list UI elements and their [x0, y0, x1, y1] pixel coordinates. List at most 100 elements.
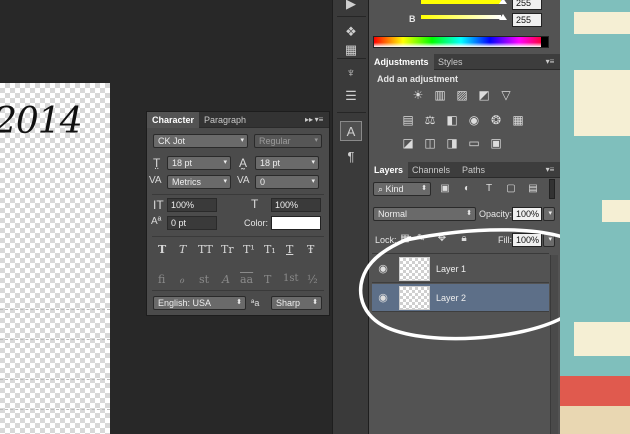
ramp-black-swatch[interactable] — [541, 37, 548, 47]
dock-divider — [337, 16, 366, 17]
styles-icon[interactable]: ▦ — [340, 40, 362, 60]
black-white-icon[interactable]: ◧ — [445, 113, 459, 127]
chevron-down-icon: ⬍ — [466, 210, 472, 217]
vibrance-icon[interactable]: ▽ — [499, 88, 513, 102]
paragraph-icon[interactable]: ¶ — [340, 146, 362, 166]
levels-icon[interactable]: ▥ — [433, 88, 447, 102]
brush-icon[interactable]: ♆ — [340, 62, 362, 82]
play-icon[interactable]: ▶ — [340, 0, 362, 14]
superscript-icon[interactable]: T¹ — [243, 243, 255, 256]
brightness-icon[interactable]: ☀ — [411, 88, 425, 102]
subscript-icon[interactable]: T₁ — [264, 243, 276, 256]
filter-smart-object-icon[interactable]: ▤ — [527, 183, 539, 195]
threshold-icon[interactable]: ◨ — [445, 136, 459, 150]
filter-adjustment-icon[interactable]: ◐ — [461, 183, 473, 195]
section-divider — [152, 194, 324, 195]
canvas-text-layer[interactable]: 2014 — [0, 101, 83, 142]
tab-layers[interactable]: Layers — [369, 162, 409, 178]
chevron-down-icon: ⬍ — [421, 185, 427, 192]
photo-filter-icon[interactable]: ◉ — [467, 113, 481, 127]
leading-icon: A̰ — [239, 156, 248, 170]
section-divider — [152, 236, 324, 237]
panel-menu-icon[interactable]: ▾≡ — [544, 164, 556, 175]
antialias-icon: ªa — [251, 298, 260, 308]
leading-select[interactable]: 18 pt ▾ — [255, 156, 319, 170]
ordinals-icon[interactable]: 1st — [283, 273, 299, 284]
filter-shape-icon[interactable]: ▢ — [505, 183, 517, 195]
dock-divider — [337, 58, 366, 59]
color-balance-icon[interactable]: ⚖ — [423, 113, 437, 127]
exposure-icon[interactable]: ◩ — [477, 88, 491, 102]
blend-mode-select[interactable]: Normal ⬍ — [373, 207, 476, 221]
font-family-select[interactable]: CK Jot ▾ — [153, 134, 248, 148]
g-slider-track[interactable] — [421, 0, 501, 4]
tab-styles[interactable]: Styles — [433, 54, 468, 70]
swash-icon[interactable]: A — [222, 273, 230, 286]
curves-icon[interactable]: ▨ — [455, 88, 469, 102]
ligature-icon[interactable]: fi — [158, 273, 165, 286]
g-value-field[interactable]: 255 — [512, 0, 542, 10]
filter-type-icon[interactable]: T — [483, 183, 495, 195]
panel-menu-icon[interactable]: ▾≡ — [313, 114, 325, 125]
character-tabbar: Character Paragraph ▸▸ ▾≡ — [147, 112, 329, 128]
swatches-icon[interactable]: ❖ — [340, 22, 362, 42]
tab-paragraph[interactable]: Paragraph — [199, 112, 251, 128]
stylistic-alternates-icon[interactable]: st — [199, 273, 209, 286]
faux-italic-icon[interactable]: T — [179, 243, 186, 256]
art-band — [602, 200, 630, 222]
chevron-down-icon: ▾ — [223, 178, 227, 185]
gradient-map-icon[interactable]: ▭ — [467, 136, 481, 150]
tab-adjustments[interactable]: Adjustments — [369, 54, 434, 70]
selective-color-icon[interactable]: ▣ — [489, 136, 503, 150]
color-ramp[interactable] — [373, 36, 549, 48]
filter-toggle-switch[interactable] — [549, 179, 555, 199]
sliders-icon[interactable]: ☰ — [340, 86, 362, 106]
font-size-select[interactable]: 18 pt ▾ — [167, 156, 231, 170]
search-icon: ⌕ — [378, 184, 386, 194]
g-slider-handle[interactable] — [499, 0, 507, 4]
font-style-select[interactable]: Regular ▾ — [254, 134, 322, 148]
antialias-select[interactable]: Sharp ⬍ — [271, 296, 322, 310]
all-caps-icon[interactable]: TT — [198, 243, 213, 256]
character-icon[interactable]: A — [340, 121, 362, 141]
opacity-dropdown[interactable]: ▾ — [543, 207, 555, 221]
fractions-icon[interactable]: ½ — [307, 273, 318, 286]
b-slider-track[interactable] — [421, 15, 501, 19]
art-band — [574, 12, 630, 34]
tab-character[interactable]: Character — [147, 112, 200, 128]
kerning-select[interactable]: Metrics ▾ — [167, 175, 231, 189]
discretionary-ligature-icon[interactable]: ℴ — [179, 273, 184, 286]
layer-filter-select[interactable]: ⌕ Kind ⬍ — [373, 182, 431, 196]
strikethrough-icon[interactable]: Ŧ — [307, 243, 314, 256]
ornaments-icon[interactable]: T — [264, 273, 271, 286]
filter-pixel-icon[interactable]: ▣ — [439, 183, 451, 195]
panel-menu-icon[interactable]: ▾≡ — [544, 56, 556, 67]
kerning-value: Metrics — [172, 177, 201, 187]
hue-saturation-icon[interactable]: ▤ — [401, 113, 415, 127]
tab-channels[interactable]: Channels — [407, 162, 455, 178]
b-value-field[interactable]: 255 — [512, 13, 542, 27]
tab-paths[interactable]: Paths — [457, 162, 490, 178]
tracking-select[interactable]: 0 ▾ — [255, 175, 319, 189]
art-band — [560, 376, 630, 406]
channel-mixer-icon[interactable]: ❂ — [489, 113, 503, 127]
posterize-icon[interactable]: ◫ — [423, 136, 437, 150]
art-band — [560, 356, 630, 376]
invert-icon[interactable]: ◪ — [401, 136, 415, 150]
small-caps-icon[interactable]: Tr — [221, 243, 234, 256]
titling-alternates-icon[interactable]: aa — [240, 273, 253, 286]
color-lookup-icon[interactable]: ▦ — [511, 113, 525, 127]
language-select[interactable]: English: USA ⬍ — [153, 296, 246, 310]
opacity-field[interactable]: 100% — [512, 207, 542, 221]
baseline-shift-field[interactable]: 0 pt — [167, 216, 217, 230]
underline-icon[interactable]: T — [286, 243, 293, 256]
guide-line — [0, 309, 110, 310]
b-slider-handle[interactable] — [499, 14, 507, 20]
faux-bold-icon[interactable]: T — [158, 243, 166, 256]
dock-divider — [337, 112, 366, 113]
horizontal-scale-field[interactable]: 100% — [271, 198, 321, 212]
art-band — [560, 136, 630, 200]
vertical-scale-field[interactable]: 100% — [167, 198, 217, 212]
text-color-swatch[interactable] — [271, 216, 321, 230]
collapsed-panel-dock: ▶ ❖ ▦ ♆ ☰ A ¶ — [332, 0, 369, 434]
